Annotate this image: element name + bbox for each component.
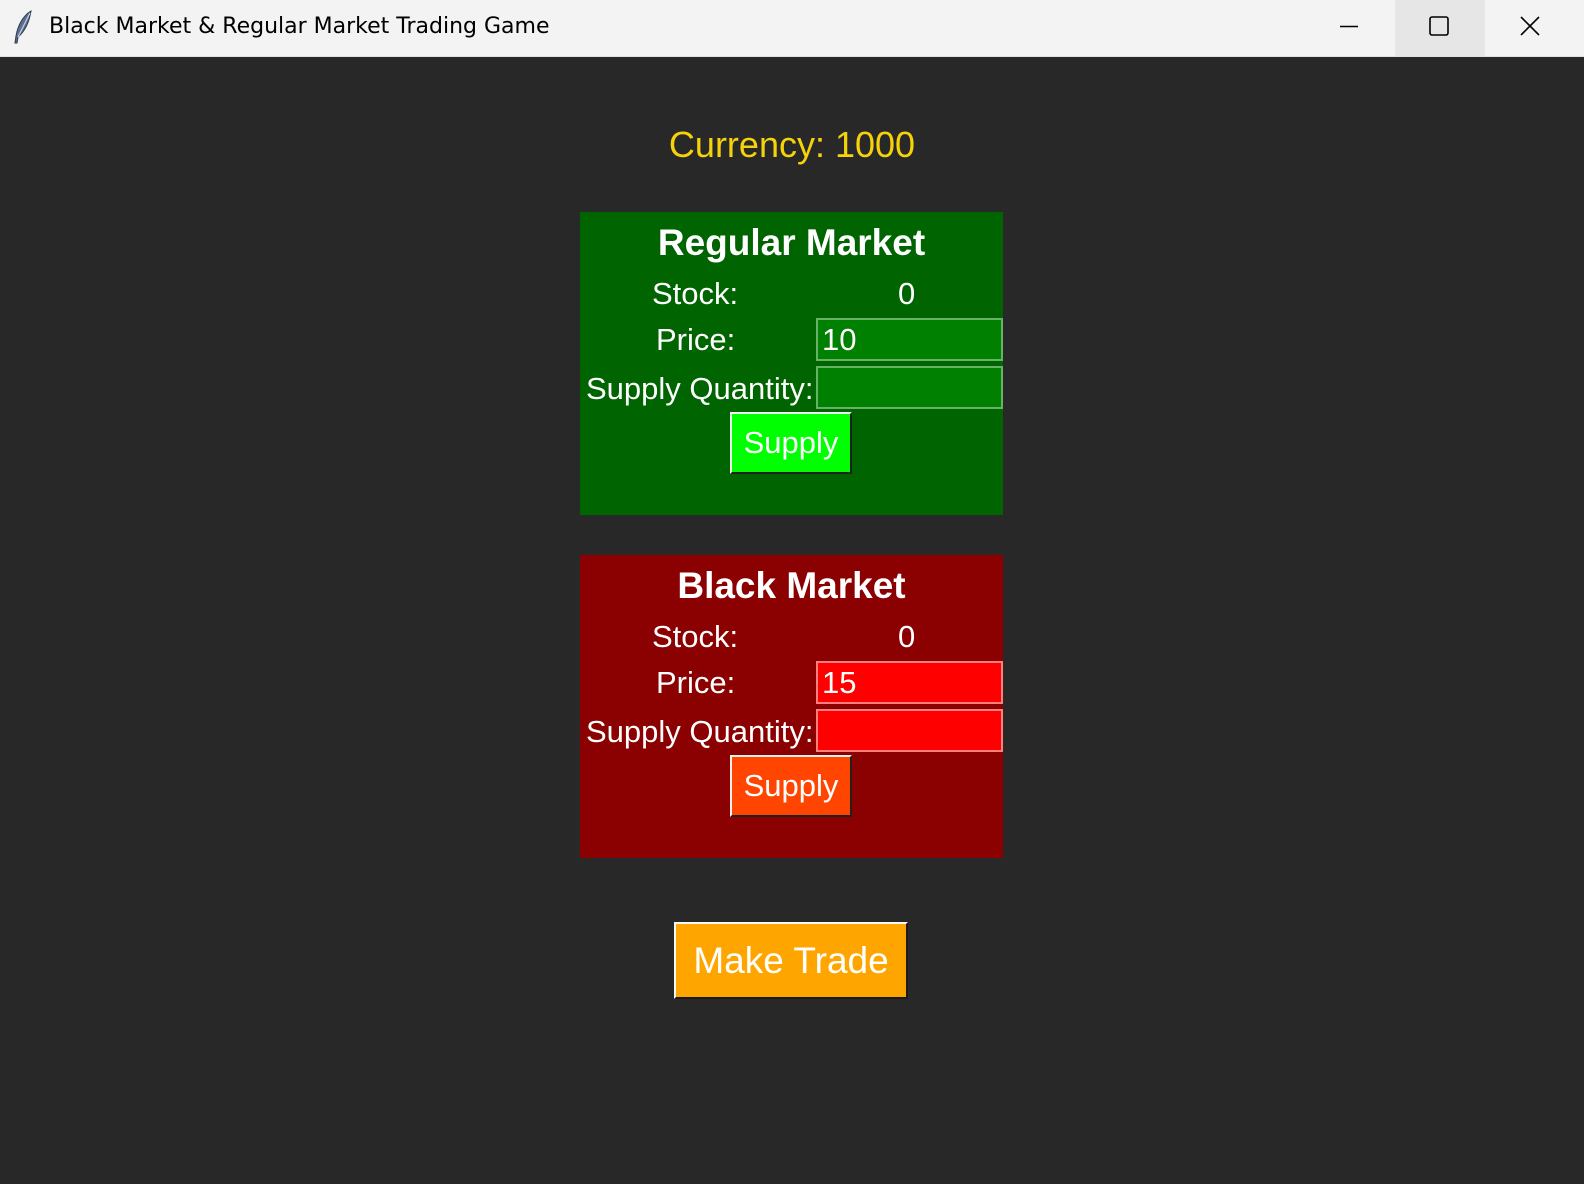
black-market-title: Black Market	[677, 565, 906, 606]
make-trade-button[interactable]: Make Trade	[674, 922, 908, 999]
regular-supply-quantity-input[interactable]	[816, 366, 1003, 409]
black-supply-quantity-label: Supply Quantity:	[586, 714, 814, 749]
black-price-label: Price:	[656, 665, 736, 700]
title-bar[interactable]: Black Market & Regular Market Trading Ga…	[0, 0, 1584, 57]
close-icon	[1520, 16, 1540, 36]
close-button[interactable]	[1485, 0, 1575, 56]
window-title: Black Market & Regular Market Trading Ga…	[49, 14, 550, 39]
black-supply-button[interactable]: Supply	[730, 755, 852, 817]
regular-market-panel: Regular Market Stock: 0 Price: Supply Qu…	[580, 212, 1003, 515]
black-price-input[interactable]	[816, 661, 1003, 704]
regular-supply-button[interactable]: Supply	[730, 412, 852, 474]
regular-price-label: Price:	[656, 322, 736, 357]
black-supply-quantity-input[interactable]	[816, 709, 1003, 752]
black-market-panel: Black Market Stock: 0 Price: Supply Quan…	[580, 555, 1003, 858]
regular-market-title: Regular Market	[657, 222, 926, 263]
currency-label: Currency: 1000	[668, 124, 916, 165]
maximize-button[interactable]	[1395, 0, 1485, 56]
black-stock-value: 0	[898, 619, 916, 654]
feather-icon	[14, 10, 32, 44]
maximize-icon	[1429, 16, 1449, 36]
regular-stock-label: Stock:	[652, 276, 739, 311]
black-stock-label: Stock:	[652, 619, 739, 654]
regular-stock-value: 0	[898, 276, 916, 311]
main-window: Currency: 1000 Regular Market Stock: 0 P…	[0, 57, 1584, 1184]
regular-supply-quantity-label: Supply Quantity:	[586, 371, 814, 406]
regular-price-input[interactable]	[816, 318, 1003, 361]
